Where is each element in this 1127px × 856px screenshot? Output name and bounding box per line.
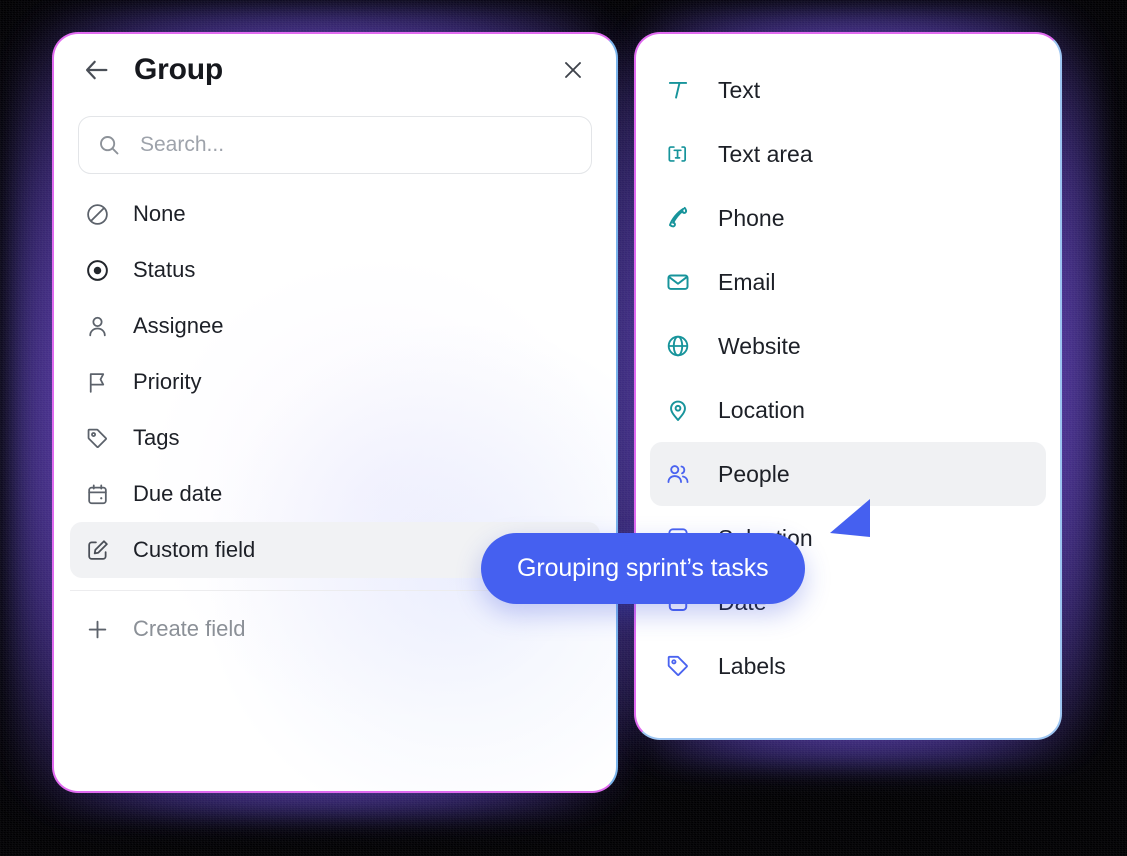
envelope-icon [664, 268, 692, 296]
people-icon [664, 460, 692, 488]
field-type-label: Location [718, 396, 805, 423]
field-type-label: Text area [718, 140, 813, 167]
group-panel-header: Group [54, 34, 616, 106]
group-option-label: Status [133, 257, 196, 282]
group-option-due-date[interactable]: Due date [70, 466, 600, 522]
group-option-label: Custom field [133, 537, 256, 562]
page-title: Group [134, 53, 223, 86]
close-icon [565, 62, 581, 78]
group-option-label: None [133, 201, 186, 226]
calendar-icon [84, 481, 110, 507]
group-option-assignee[interactable]: Assignee [70, 298, 600, 354]
search-icon [100, 136, 119, 155]
field-type-labels[interactable]: Labels [650, 634, 1046, 698]
group-option-status[interactable]: Status [70, 242, 600, 298]
group-option-label: Priority [133, 369, 202, 394]
field-type-text[interactable]: Text [650, 58, 1046, 122]
edit-square-icon [84, 537, 110, 563]
field-type-website[interactable]: Website [650, 314, 1046, 378]
search-input[interactable] [138, 132, 573, 158]
field-type-text-area[interactable]: Text area [650, 122, 1046, 186]
create-field-label: Create field [133, 616, 246, 641]
field-type-panel: Text Text area Phone Email Website Locat… [634, 32, 1062, 740]
group-option-priority[interactable]: Priority [70, 354, 600, 410]
group-option-label: Tags [133, 425, 180, 450]
field-type-email[interactable]: Email [650, 250, 1046, 314]
tooltip-pointer [830, 499, 870, 537]
close-button[interactable] [556, 53, 590, 87]
group-option-tags[interactable]: Tags [70, 410, 600, 466]
globe-icon [664, 332, 692, 360]
field-type-label: People [718, 460, 790, 487]
field-type-label: Email [718, 268, 776, 295]
tooltip-text: Grouping sprint’s tasks [517, 554, 769, 582]
text-t-icon [664, 76, 692, 104]
tooltip: Grouping sprint’s tasks [481, 533, 805, 604]
phone-icon [664, 204, 692, 232]
create-field-button[interactable]: Create field [70, 601, 600, 657]
tag-icon [84, 425, 110, 451]
field-type-location[interactable]: Location [650, 378, 1046, 442]
text-area-icon [664, 140, 692, 168]
group-option-label: Assignee [133, 313, 224, 338]
field-type-label: Phone [718, 204, 785, 231]
map-pin-icon [664, 396, 692, 424]
group-panel: Group None [52, 32, 618, 793]
field-type-label: Text [718, 76, 761, 103]
plus-icon [84, 616, 110, 642]
back-button[interactable] [80, 53, 114, 87]
search-box[interactable] [78, 116, 592, 174]
target-icon [84, 257, 110, 283]
group-option-label: Due date [133, 481, 223, 506]
no-entry-icon [84, 201, 110, 227]
flag-icon [84, 369, 110, 395]
field-type-phone[interactable]: Phone [650, 186, 1046, 250]
field-type-label: Labels [718, 652, 786, 679]
screenshot-stage: Group None [0, 0, 1127, 856]
arrow-left-icon [85, 60, 108, 80]
label-tag-icon [664, 652, 692, 680]
user-icon [84, 313, 110, 339]
group-option-none[interactable]: None [70, 186, 600, 242]
field-type-label: Website [718, 332, 801, 359]
